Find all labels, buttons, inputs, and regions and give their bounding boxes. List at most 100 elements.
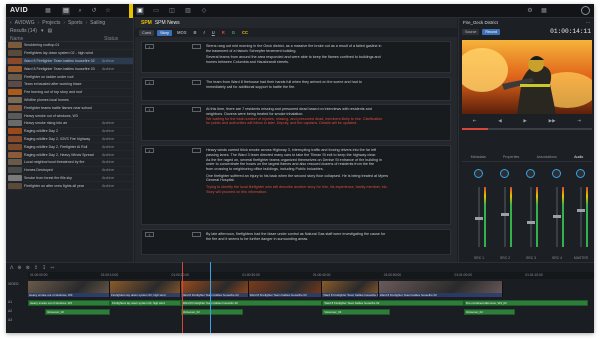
- fader-handle[interactable]: [501, 213, 509, 216]
- bin-row[interactable]: Firefighter teams battle flames near sch…: [6, 104, 133, 113]
- mark-in-icon[interactable]: ⇤: [473, 118, 477, 124]
- block-number[interactable]: 1: [145, 44, 154, 49]
- bin-row[interactable]: Heavy smoke out of windows, W3: [6, 112, 133, 120]
- mode-story[interactable]: Story: [157, 29, 172, 36]
- audio-clip[interactable]: Heavy smoke out of windows, W3: [28, 300, 111, 306]
- audio-clip[interactable]: Voiceover_03: [322, 309, 391, 315]
- column-status[interactable]: Status: [104, 36, 118, 42]
- block-number[interactable]: 5: [145, 232, 154, 237]
- tab-properties[interactable]: Properties: [503, 155, 519, 161]
- volume-fader[interactable]: [527, 187, 535, 247]
- format-underline[interactable]: U: [210, 30, 217, 35]
- pan-knob[interactable]: [500, 169, 509, 178]
- video-clip[interactable]: Ward 8 Firefighter Team battles housefir…: [322, 281, 379, 297]
- splice-icon[interactable]: ⊕: [17, 265, 21, 271]
- script-line[interactable]: the basement of a historic Schrepfer ten…: [206, 49, 446, 54]
- timeline-ruler[interactable]: 01:00:00:00 01:00:10:00 01:00:20:00 01:00:3…: [28, 272, 594, 279]
- overwrite-icon[interactable]: ⊗: [26, 265, 30, 271]
- pan-knob[interactable]: [474, 169, 483, 178]
- breadcrumb-item[interactable]: Sports: [68, 20, 82, 26]
- bin-row[interactable]: Firefighters lay down system 02 - high w…: [6, 50, 133, 58]
- bin-row[interactable]: Smoke from forest fire fills sky Archive: [6, 174, 133, 183]
- breadcrumb-item[interactable]: AVIDWG: [15, 20, 35, 26]
- bin-row[interactable]: Team exhausted after working blaze: [6, 81, 133, 89]
- script-line[interactable]: General Hospital.: [206, 178, 446, 183]
- bin-row[interactable]: Fire burning out of top story and roof: [6, 89, 133, 97]
- bin-row[interactable]: Firefighter on after crew fights all yea…: [6, 182, 133, 191]
- block-marker-icon[interactable]: [192, 44, 201, 49]
- bin-row[interactable]: Ward 8 Firefighter Team battles housefir…: [6, 57, 133, 66]
- history-icon[interactable]: ↺: [90, 7, 98, 15]
- breadcrumb-item[interactable]: Projects: [42, 20, 60, 26]
- film-icon[interactable]: ▥: [184, 7, 192, 15]
- playhead[interactable]: [210, 262, 211, 333]
- video-clip[interactable]: Heavy smoke out of windows, W3: [28, 281, 111, 297]
- volume-fader[interactable]: [553, 187, 561, 247]
- play-icon[interactable]: ▶: [523, 118, 527, 124]
- pan-knob[interactable]: [576, 169, 585, 178]
- search-icon[interactable]: ⌕: [76, 7, 84, 15]
- block-number[interactable]: 2: [145, 80, 154, 85]
- lift-icon[interactable]: ↥: [34, 265, 38, 271]
- script-line[interactable]: Story will proceed on this information.: [206, 190, 446, 195]
- format-bold[interactable]: B: [192, 30, 199, 35]
- block-marker-icon[interactable]: [192, 232, 201, 237]
- mark-out-icon[interactable]: ⇥: [577, 118, 581, 124]
- folder-icon[interactable]: ▭: [152, 7, 160, 15]
- filter-icon[interactable]: ▾: [41, 28, 44, 34]
- column-name[interactable]: Name: [10, 36, 104, 42]
- script-block[interactable]: 2 The team from Ward 8 firehouse had thei…: [141, 77, 451, 101]
- tab-record[interactable]: Record: [482, 28, 500, 35]
- volume-fader[interactable]: [501, 187, 509, 247]
- trim-icon[interactable]: ⇿: [50, 265, 54, 271]
- scrub-bar[interactable]: [462, 128, 592, 130]
- video-clip[interactable]: Ward 8 Firefighter Team battles housefir…: [378, 281, 504, 297]
- format-italic[interactable]: I: [202, 30, 207, 35]
- script-block[interactable]: 3 At this time, there are 7 residents mis…: [141, 104, 451, 141]
- tab-audio[interactable]: Audio: [574, 155, 583, 161]
- bin-row[interactable]: Raging wildfire Day 2, 03VS Fire highway…: [6, 135, 133, 144]
- view-icon[interactable]: ▤: [47, 28, 52, 34]
- block-number[interactable]: 4: [145, 148, 154, 153]
- bin-row[interactable]: Smoldering rooftop.01: [6, 42, 133, 50]
- audio-clip[interactable]: Voiceover_02: [44, 309, 111, 315]
- back-icon[interactable]: ‹: [10, 20, 12, 26]
- script-line[interactable]: from crossing to neighboring office buil…: [206, 167, 446, 172]
- format-mos[interactable]: MOS: [175, 30, 189, 35]
- step-forward-icon[interactable]: ▶▶: [549, 118, 556, 124]
- script-block[interactable]: 4 Heavy winds carried thick smoke across …: [141, 145, 451, 225]
- format-cc[interactable]: CC: [240, 30, 250, 35]
- tab-source[interactable]: Source: [462, 28, 480, 35]
- extract-icon[interactable]: ↧: [42, 265, 46, 271]
- audio-clip[interactable]: Ward 8 Firefighter Team battles housefir…: [180, 300, 323, 306]
- clip-icon[interactable]: ◫: [168, 7, 176, 15]
- user-icon[interactable]: [581, 6, 590, 15]
- bin-row[interactable]: Raging wildfire Day 2 Archive: [6, 128, 133, 136]
- fader-handle[interactable]: [553, 215, 561, 218]
- tab-metadata[interactable]: Metadata: [471, 155, 486, 161]
- breadcrumb-item[interactable]: Sailing: [90, 20, 105, 26]
- volume-fader[interactable]: [475, 187, 483, 247]
- video-clip[interactable]: Ward 8 Firefighter Team battles housefir…: [248, 281, 323, 297]
- audio-clip[interactable]: Voiceover_02: [180, 309, 244, 315]
- fader-handle[interactable]: [475, 217, 483, 220]
- list-icon[interactable]: ▤: [62, 7, 70, 15]
- more-icon[interactable]: ⋯: [586, 20, 590, 25]
- bin-row[interactable]: Wildfire plumes local homes: [6, 96, 133, 105]
- star-icon[interactable]: ☆: [104, 7, 112, 15]
- video-clip[interactable]: Firefighters lay down system 02, high wi…: [110, 281, 181, 297]
- tab-associations[interactable]: Associations: [537, 155, 557, 161]
- bin-row[interactable]: Local neighborhood threatened by fire Arc…: [6, 159, 133, 167]
- audio-clip[interactable]: Fire contained afternoon, W3_02: [463, 300, 589, 306]
- tag-icon[interactable]: ◇: [200, 7, 208, 15]
- bin-row[interactable]: Raging wildfire Day 2, Firefighter Ai Ro…: [6, 143, 133, 152]
- script-line[interactable]: the fire and it seems to be further dang…: [206, 237, 446, 242]
- layout-icon[interactable]: ▦: [540, 7, 548, 15]
- grid-icon[interactable]: ▦: [44, 7, 52, 15]
- pan-knob[interactable]: [526, 169, 535, 178]
- block-marker-icon[interactable]: [192, 107, 201, 112]
- format-red[interactable]: R: [220, 30, 227, 35]
- pan-knob[interactable]: [552, 169, 561, 178]
- script-icon[interactable]: ▣: [136, 7, 144, 15]
- script-block[interactable]: 5 By late afternoon, firefighters had the…: [141, 229, 451, 255]
